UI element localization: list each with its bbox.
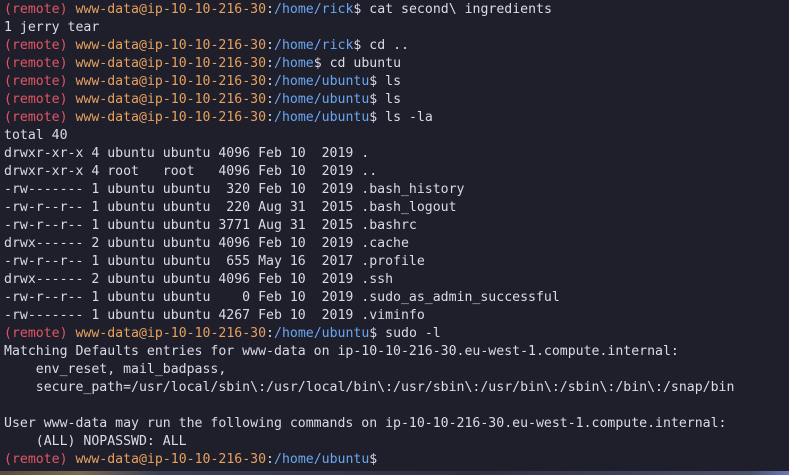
prompt-path: /home/ubuntu xyxy=(274,110,370,125)
prompt-user-host: www-data@ip-10-10-216-30 xyxy=(75,452,267,467)
output-line: drwxr-xr-x 4 root root 4096 Feb 10 2019 … xyxy=(4,163,789,181)
prompt-remote-label: (remote) xyxy=(4,56,68,71)
prompt-remote-label: (remote) xyxy=(4,2,68,17)
prompt-user-host: www-data@ip-10-10-216-30 xyxy=(75,56,267,71)
output-text: -rw-r--r-- 1 ubuntu ubuntu 655 May 16 20… xyxy=(4,254,425,269)
output-line: drwx------ 2 ubuntu ubuntu 4096 Feb 10 2… xyxy=(4,235,789,253)
prompt-line: (remote) www-data@ip-10-10-216-30:/home/… xyxy=(4,91,789,109)
prompt-user-host: www-data@ip-10-10-216-30 xyxy=(75,326,267,341)
prompt-line: (remote) www-data@ip-10-10-216-30:/home/… xyxy=(4,37,789,55)
prompt-dollar: $ xyxy=(313,56,322,71)
prompt-path: /home/rick xyxy=(274,38,354,53)
output-text: -rw-r--r-- 1 ubuntu ubuntu 0 Feb 10 2019… xyxy=(4,290,560,305)
prompt-remote-label: (remote) xyxy=(4,74,68,89)
prompt-dollar: $ xyxy=(369,452,378,467)
command-text: cat second\ ingredients xyxy=(361,2,552,17)
command-text: ls xyxy=(377,92,402,107)
output-line: -rw-r--r-- 1 ubuntu ubuntu 220 Aug 31 20… xyxy=(4,199,789,217)
command-text: ls -la xyxy=(377,110,433,125)
output-line: -rw------- 1 ubuntu ubuntu 320 Feb 10 20… xyxy=(4,181,789,199)
output-line: total 40 xyxy=(4,127,789,145)
prompt-line: (remote) www-data@ip-10-10-216-30:/home/… xyxy=(4,1,789,19)
output-line: -rw-r--r-- 1 ubuntu ubuntu 655 May 16 20… xyxy=(4,253,789,271)
prompt-colon: : xyxy=(266,452,274,467)
output-text: -rw-r--r-- 1 ubuntu ubuntu 220 Aug 31 20… xyxy=(4,200,457,215)
prompt-colon: : xyxy=(266,56,274,71)
prompt-path: /home/rick xyxy=(274,2,354,17)
prompt-remote-label: (remote) xyxy=(4,92,68,107)
output-text: drwx------ 2 ubuntu ubuntu 4096 Feb 10 2… xyxy=(4,272,394,287)
prompt-colon: : xyxy=(266,92,274,107)
output-line: drwxr-xr-x 4 ubuntu ubuntu 4096 Feb 10 2… xyxy=(4,145,789,163)
prompt-path: /home/ubuntu xyxy=(274,74,370,89)
prompt-line: (remote) www-data@ip-10-10-216-30:/home$… xyxy=(4,55,789,73)
prompt-path: /home/ubuntu xyxy=(274,92,370,107)
output-text: drwxr-xr-x 4 ubuntu ubuntu 4096 Feb 10 2… xyxy=(4,146,370,161)
taskbar-edge xyxy=(0,471,789,475)
prompt-remote-label: (remote) xyxy=(4,110,68,125)
prompt-line: (remote) www-data@ip-10-10-216-30:/home/… xyxy=(4,73,789,91)
output-line: User www-data may run the following comm… xyxy=(4,415,789,433)
prompt-user-host: www-data@ip-10-10-216-30 xyxy=(75,74,267,89)
prompt-user-host: www-data@ip-10-10-216-30 xyxy=(75,92,267,107)
output-text: -rw------- 1 ubuntu ubuntu 4267 Feb 10 2… xyxy=(4,308,425,323)
output-line: 1 jerry tear xyxy=(4,19,789,37)
output-line: (ALL) NOPASSWD: ALL xyxy=(4,433,789,451)
output-text: drwxr-xr-x 4 root root 4096 Feb 10 2019 … xyxy=(4,164,378,179)
output-text: drwx------ 2 ubuntu ubuntu 4096 Feb 10 2… xyxy=(4,236,409,251)
prompt-path: /home/ubuntu xyxy=(274,452,370,467)
prompt-path: /home xyxy=(274,56,314,71)
prompt-colon: : xyxy=(266,38,274,53)
output-text: env_reset, mail_badpass, xyxy=(4,362,227,377)
prompt-colon: : xyxy=(266,74,274,89)
command-text: sudo -l xyxy=(377,326,441,341)
prompt-colon: : xyxy=(266,110,274,125)
prompt-user-host: www-data@ip-10-10-216-30 xyxy=(75,38,267,53)
output-line: env_reset, mail_badpass, xyxy=(4,361,789,379)
output-text: -rw-r--r-- 1 ubuntu ubuntu 3771 Aug 31 2… xyxy=(4,218,417,233)
output-text: User www-data may run the following comm… xyxy=(4,416,727,431)
output-line: -rw------- 1 ubuntu ubuntu 4267 Feb 10 2… xyxy=(4,307,789,325)
prompt-user-host: www-data@ip-10-10-216-30 xyxy=(75,110,267,125)
output-line: -rw-r--r-- 1 ubuntu ubuntu 3771 Aug 31 2… xyxy=(4,217,789,235)
terminal-window[interactable]: (remote) www-data@ip-10-10-216-30:/home/… xyxy=(0,0,789,475)
prompt-remote-label: (remote) xyxy=(4,452,68,467)
output-line: -rw-r--r-- 1 ubuntu ubuntu 0 Feb 10 2019… xyxy=(4,289,789,307)
prompt-remote-label: (remote) xyxy=(4,38,68,53)
prompt-line: (remote) www-data@ip-10-10-216-30:/home/… xyxy=(4,325,789,343)
output-text: Matching Defaults entries for www-data o… xyxy=(4,344,679,359)
command-text: ls xyxy=(377,74,402,89)
output-text: total 40 xyxy=(4,128,68,143)
command-text: cd .. xyxy=(361,38,409,53)
prompt-line: (remote) www-data@ip-10-10-216-30:/home/… xyxy=(4,109,789,127)
output-text: 1 jerry tear xyxy=(4,20,100,35)
terminal-output: (remote) www-data@ip-10-10-216-30:/home/… xyxy=(4,1,789,469)
output-text: -rw------- 1 ubuntu ubuntu 320 Feb 10 20… xyxy=(4,182,465,197)
prompt-path: /home/ubuntu xyxy=(274,326,370,341)
command-text: cd ubuntu xyxy=(321,56,402,71)
output-line: Matching Defaults entries for www-data o… xyxy=(4,343,789,361)
prompt-colon: : xyxy=(266,326,274,341)
prompt-user-host: www-data@ip-10-10-216-30 xyxy=(75,2,267,17)
output-text: (ALL) NOPASSWD: ALL xyxy=(4,434,187,449)
prompt-line: (remote) www-data@ip-10-10-216-30:/home/… xyxy=(4,451,789,469)
output-line: secure_path=/usr/local/sbin\:/usr/local/… xyxy=(4,379,789,397)
prompt-colon: : xyxy=(266,2,274,17)
prompt-remote-label: (remote) xyxy=(4,326,68,341)
output-text: secure_path=/usr/local/sbin\:/usr/local/… xyxy=(4,380,735,395)
output-line: drwx------ 2 ubuntu ubuntu 4096 Feb 10 2… xyxy=(4,271,789,289)
